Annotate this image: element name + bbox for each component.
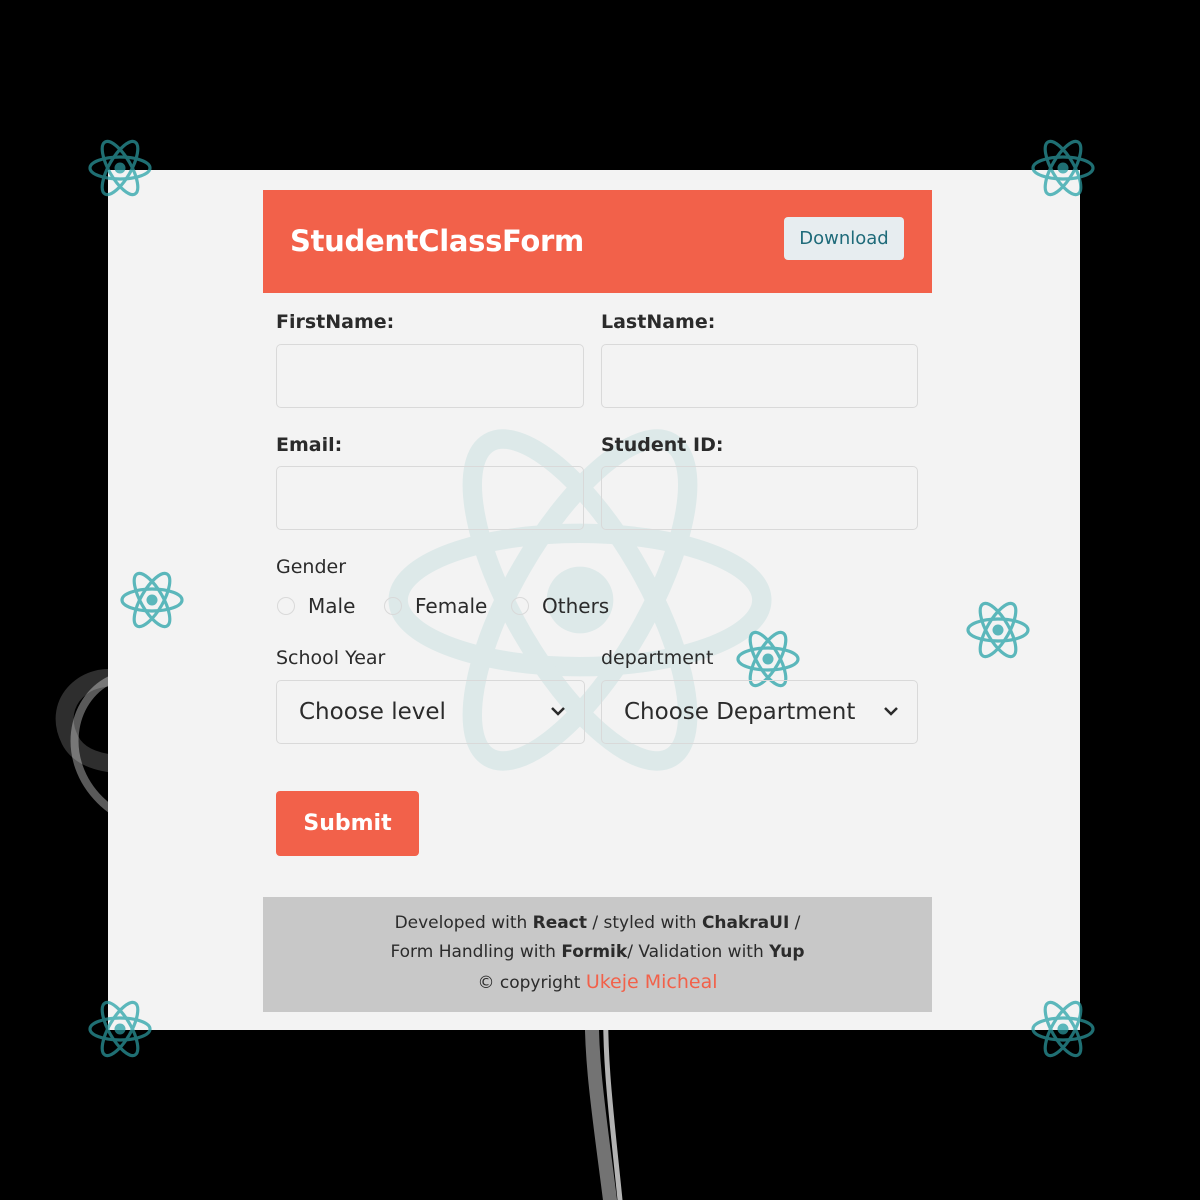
footer-text: / Validation with xyxy=(627,942,770,962)
student-id-input[interactable] xyxy=(601,466,918,530)
footer-line-2: Form Handling with Formik/ Validation wi… xyxy=(263,942,932,962)
author-link[interactable]: Ukeje Micheal xyxy=(586,971,718,993)
gender-label: Gender xyxy=(276,556,347,578)
chevron-down-icon xyxy=(551,707,565,716)
footer-text: / styled with xyxy=(586,913,702,933)
gender-option-label: Female xyxy=(415,594,488,618)
radio-button[interactable] xyxy=(511,597,529,615)
footer-tech-chakra: ChakraUI xyxy=(701,913,790,933)
footer-line-3: © copyright Ukeje Micheal xyxy=(263,971,932,993)
gender-radio-male[interactable]: Male xyxy=(277,594,355,618)
first-name-input[interactable] xyxy=(276,344,584,408)
department-select[interactable]: Choose Department xyxy=(601,680,918,744)
footer-text: Developed with xyxy=(394,913,533,933)
last-name-label: LastName: xyxy=(601,311,716,333)
student-id-label: Student ID: xyxy=(601,434,724,456)
school-year-select[interactable]: Choose level xyxy=(276,680,585,744)
react-atom-icon xyxy=(119,567,185,633)
radio-button[interactable] xyxy=(277,597,295,615)
gender-option-label: Male xyxy=(308,594,356,618)
footer-tech-formik: Formik xyxy=(561,942,628,962)
department-value: Choose Department xyxy=(624,699,856,725)
last-name-input[interactable] xyxy=(601,344,918,408)
gender-radio-female[interactable]: Female xyxy=(384,594,487,618)
footer-tech-yup: Yup xyxy=(769,942,805,962)
footer: Developed with React / styled with Chakr… xyxy=(263,897,932,1012)
form-title: StudentClassForm xyxy=(290,224,584,258)
email-input[interactable] xyxy=(276,466,584,530)
footer-tech-react: React xyxy=(532,913,587,933)
gender-option-label: Others xyxy=(542,594,610,618)
footer-line-1: Developed with React / styled with Chakr… xyxy=(263,913,932,933)
download-button[interactable]: Download xyxy=(784,217,904,260)
radio-button[interactable] xyxy=(384,597,402,615)
copyright-text: © copyright xyxy=(477,973,586,993)
school-year-value: Choose level xyxy=(299,699,446,725)
email-label: Email: xyxy=(276,434,343,456)
department-label: department xyxy=(601,647,714,669)
submit-button[interactable]: Submit xyxy=(276,791,419,856)
footer-text: Form Handling with xyxy=(390,942,562,962)
first-name-label: FirstName: xyxy=(276,311,395,333)
school-year-label: School Year xyxy=(276,647,386,669)
gender-radio-others[interactable]: Others xyxy=(511,594,609,618)
chevron-down-icon xyxy=(884,707,898,716)
react-atom-icon xyxy=(965,597,1031,663)
form-header: StudentClassForm Download xyxy=(263,190,932,293)
footer-text: / xyxy=(789,913,801,933)
